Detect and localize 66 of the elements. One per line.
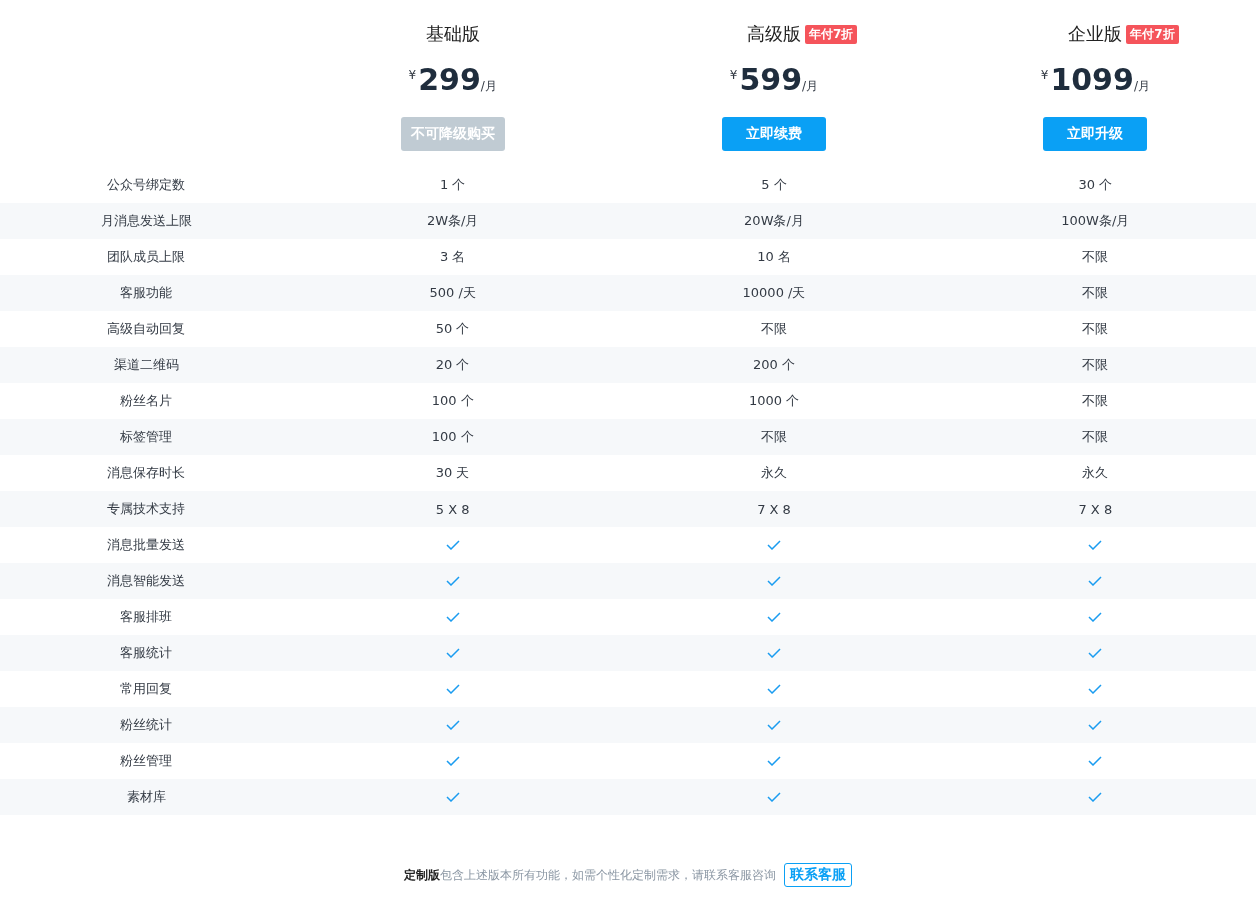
- table-cell: 30 个: [1078, 176, 1113, 194]
- plan-name: 高级版: [747, 22, 801, 46]
- purchase-button[interactable]: 立即升级: [1043, 117, 1148, 151]
- price: 1099: [1050, 62, 1134, 97]
- table-cell: 不限: [761, 428, 787, 446]
- discount-badge: 年付7折: [805, 24, 858, 44]
- table-cell: 不限: [1082, 320, 1109, 338]
- table-cell: 不限: [1082, 428, 1109, 446]
- feature-name: 专属技术支持: [107, 500, 185, 518]
- feature-name: 粉丝名片: [120, 392, 172, 410]
- table-cell: 20W条/月: [744, 212, 804, 230]
- plan-name: 基础版: [425, 22, 480, 46]
- table-cell: 50 个: [435, 320, 470, 338]
- table-cell: 不限: [761, 320, 787, 338]
- table-cell: 2W条/月: [426, 212, 479, 230]
- table-cell: 1 个: [439, 176, 466, 194]
- feature-name: 消息保存时长: [107, 464, 185, 482]
- table-cell: 100 个: [431, 428, 474, 446]
- feature-name: 消息批量发送: [107, 536, 185, 554]
- footer-note: 定制版包含上述版本所有功能，如需个性化定制需求，请联系客服咨询: [404, 866, 776, 884]
- feature-name: 客服排班: [120, 608, 172, 626]
- purchase-button[interactable]: 立即续费: [722, 117, 826, 151]
- table-cell: 7 X 8: [1078, 501, 1113, 517]
- table-cell: 30 天: [435, 464, 470, 482]
- table-cell: 5 X 8: [435, 501, 470, 517]
- currency-symbol: ¥: [729, 68, 738, 82]
- price-unit: /月: [802, 79, 819, 95]
- table-cell: 10 名: [757, 248, 791, 266]
- feature-name: 高级自动回复: [107, 320, 185, 338]
- currency-symbol: ¥: [408, 68, 417, 82]
- feature-name: 常用回复: [120, 680, 172, 698]
- table-cell: 不限: [1082, 284, 1109, 302]
- table-cell: 500 /天: [429, 284, 476, 302]
- table-cell: 20 个: [435, 356, 470, 374]
- table-cell: 10000 /天: [742, 284, 806, 302]
- feature-name: 客服统计: [120, 644, 172, 662]
- table-cell: 不限: [1082, 356, 1109, 374]
- feature-name: 标签管理: [120, 428, 172, 446]
- table-cell: 1000 个: [748, 392, 800, 410]
- table-cell: 200 个: [753, 356, 795, 374]
- table-cell: 永久: [1082, 464, 1109, 482]
- table-cell: 不限: [1082, 392, 1109, 410]
- feature-name: 渠道二维码: [113, 356, 179, 374]
- feature-name: 客服功能: [120, 284, 172, 302]
- table-cell: 不限: [1082, 248, 1109, 266]
- price: 299: [418, 62, 481, 97]
- plan-name: 企业版: [1068, 22, 1123, 46]
- feature-name: 素材库: [126, 788, 166, 806]
- currency-symbol: ¥: [1040, 68, 1049, 82]
- feature-name: 粉丝管理: [120, 752, 172, 770]
- feature-name: 团队成员上限: [107, 248, 185, 266]
- price: 599: [739, 62, 803, 97]
- table-cell: 5 个: [761, 176, 787, 194]
- table-cell: 永久: [761, 464, 787, 482]
- feature-name: 公众号绑定数: [107, 176, 185, 194]
- table-cell: 7 X 8: [757, 501, 791, 517]
- table-cell: 100 个: [431, 392, 474, 410]
- price-unit: /月: [480, 79, 497, 95]
- contact-service-button[interactable]: 联系客服: [784, 863, 852, 887]
- table-cell: 3 名: [439, 248, 466, 266]
- feature-name: 月消息发送上限: [100, 212, 192, 230]
- discount-badge: 年付7折: [1126, 24, 1179, 44]
- table-cell: 100W条/月: [1061, 212, 1130, 230]
- feature-name: 粉丝统计: [120, 716, 172, 734]
- price-unit: /月: [1133, 79, 1150, 95]
- feature-name: 消息智能发送: [107, 572, 185, 590]
